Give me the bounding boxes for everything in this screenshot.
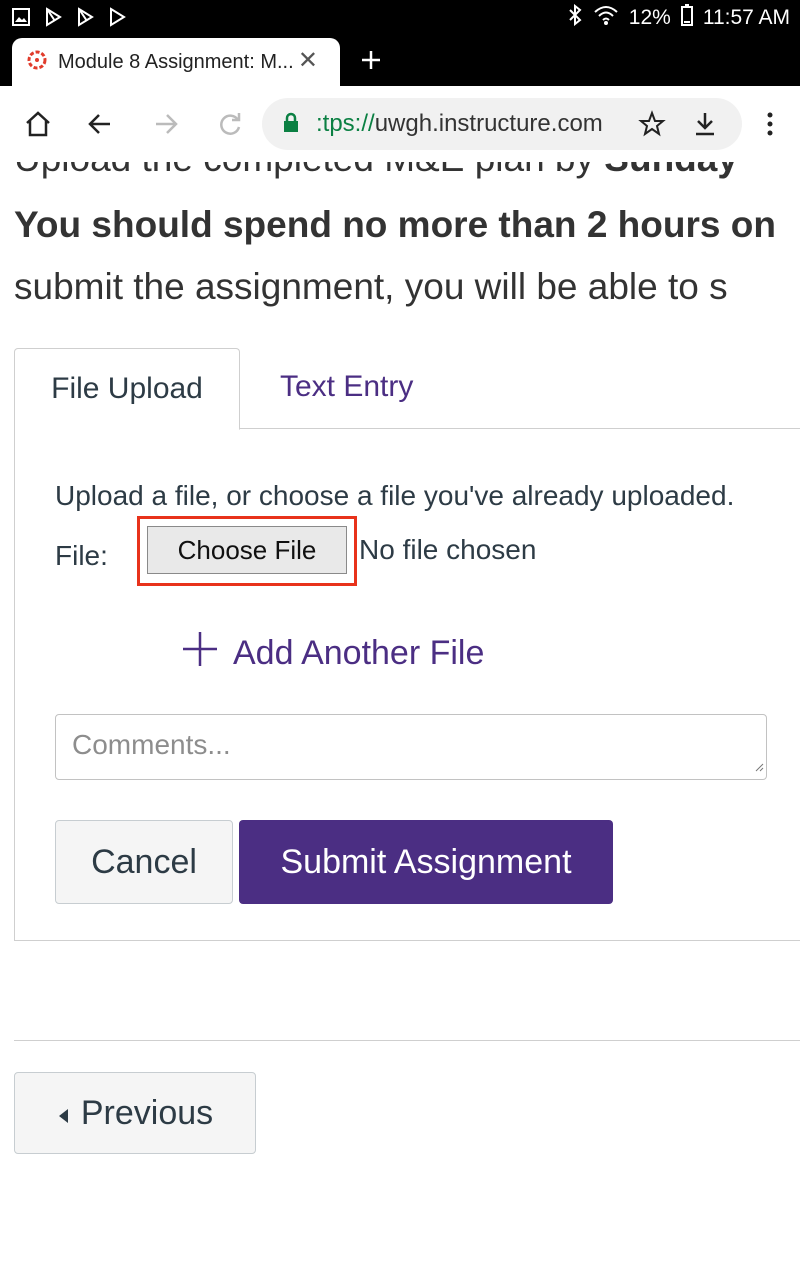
image-notification-icon [10,6,32,28]
new-tab-icon[interactable] [360,42,382,79]
lock-icon [282,112,300,139]
submission-tabs: File Upload Text Entry [14,348,800,430]
upload-instructions: Upload a file, or choose a file you've a… [55,480,735,511]
reload-icon[interactable] [212,106,248,142]
previous-button[interactable]: Previous [14,1072,256,1154]
tab-text-entry[interactable]: Text Entry [280,370,413,404]
browser-tab-strip: Module 8 Assignment: M... ✕ [0,34,800,86]
battery-icon [680,4,693,32]
comments-textarea[interactable]: Comments... [55,714,767,780]
plus-icon [181,630,219,677]
tab-file-upload[interactable]: File Upload [14,348,240,430]
play-store-icon-2 [74,6,96,28]
file-upload-panel: Upload a file, or choose a file you've a… [14,428,800,941]
submit-assignment-button[interactable]: Submit Assignment [239,820,613,904]
comments-placeholder: Comments... [72,729,231,760]
play-store-icon [42,6,64,28]
play-store-icon-3 [106,6,128,28]
intro-text-line-1: Upload the completed M&E plan by Sunday [14,162,738,180]
cancel-button[interactable]: Cancel [55,820,233,904]
browser-toolbar: :tps://uwgh.instructure.com [0,86,800,162]
page-content: Upload the completed M&E plan by Sunday … [0,162,800,1280]
close-tab-icon[interactable]: ✕ [298,46,318,75]
url-scheme: :tps:// [316,110,375,137]
intro-text-line-2: You should spend no more than 2 hours on [14,204,776,245]
intro-line-1-text: Upload the completed M&E plan by [14,162,604,179]
bluetooth-icon [567,3,583,32]
previous-label: Previous [80,1093,214,1132]
download-icon[interactable] [692,110,718,143]
wifi-icon [593,4,619,32]
caret-left-icon [57,1094,69,1133]
status-right: 12% 11:57 AM [567,3,790,32]
address-bar[interactable]: :tps://uwgh.instructure.com [262,98,742,150]
choose-file-button[interactable]: Choose File [147,526,347,574]
url-text: :tps://uwgh.instructure.com [316,110,603,138]
intro-line-1-bold: Sunday [604,162,738,179]
no-file-chosen-text: No file chosen [359,534,537,565]
canvas-favicon-icon [26,49,48,76]
battery-percent: 12% [628,6,671,29]
forward-arrow-icon[interactable] [148,106,184,142]
tab-title: Module 8 Assignment: M... [58,50,294,73]
resize-grip-icon[interactable] [754,759,764,777]
status-bar: 12% 11:57 AM [0,0,800,34]
clock: 11:57 AM [702,6,790,29]
home-icon[interactable] [20,106,56,142]
back-arrow-icon[interactable] [82,106,118,142]
file-label: File: [55,540,108,571]
add-another-file-label: Add Another File [233,634,485,672]
browser-tab[interactable]: Module 8 Assignment: M... ✕ [12,38,340,86]
footer-divider [14,1040,800,1041]
intro-text-line-3: submit the assignment, you will be able … [14,266,728,307]
notification-icons [10,6,128,28]
add-another-file-link[interactable]: Add Another File [181,630,484,677]
menu-kebab-icon[interactable] [752,106,788,142]
url-host: uwgh.instructure.com [374,110,603,137]
bookmark-star-icon[interactable] [638,110,666,143]
